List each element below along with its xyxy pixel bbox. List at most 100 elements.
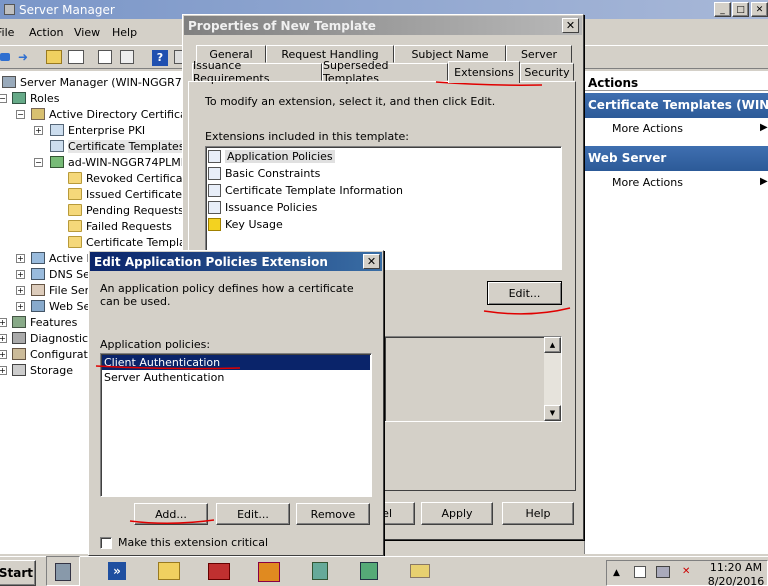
server-icon [2, 76, 16, 88]
expand-dns-icon[interactable]: + [16, 270, 25, 279]
folder-icon [68, 220, 82, 232]
tree-adcs[interactable]: Active Directory Certificate [31, 106, 198, 122]
edit-policy-button[interactable]: Edit... [216, 503, 290, 525]
tree-failed[interactable]: Failed Requests [68, 218, 172, 234]
expand-storage-icon[interactable]: + [0, 366, 7, 375]
close-icon[interactable]: ✕ [363, 254, 380, 269]
tree-ca[interactable]: ad-WIN-NGGR74PLMM4 [50, 154, 197, 170]
collapse-ca-icon[interactable]: − [34, 158, 43, 167]
tree-file[interactable]: File Ser [31, 282, 89, 298]
scroll-up-icon[interactable]: ▲ [544, 337, 561, 353]
collapse-adcs-icon[interactable]: − [16, 110, 25, 119]
edit-extension-button[interactable]: Edit... [487, 281, 562, 305]
extension-template-info[interactable]: Certificate Template Information [208, 182, 403, 199]
tree-features[interactable]: Features [12, 314, 77, 330]
extension-key-usage[interactable]: Key Usage [208, 216, 283, 233]
pki-icon [50, 124, 64, 136]
folder-icon [68, 204, 82, 216]
expand-diag-icon[interactable]: + [0, 334, 7, 343]
edit-dialog-title: Edit Application Policies Extension [94, 254, 328, 269]
notepad-icon[interactable] [402, 556, 436, 586]
more-actions-2[interactable]: More Actions [612, 176, 683, 189]
scroll-down-icon[interactable]: ▼ [544, 405, 561, 421]
menu-help[interactable]: Help [112, 26, 137, 39]
volume-muted-icon[interactable]: ✕ [682, 566, 696, 578]
expand-web-icon[interactable]: + [16, 302, 25, 311]
tab-security[interactable]: Security [520, 63, 574, 81]
powershell-icon[interactable]: » [100, 556, 134, 586]
extension-issuance-policies[interactable]: Issuance Policies [208, 199, 317, 216]
actions-header-divider [585, 90, 768, 91]
tab-extensions[interactable]: Extensions [448, 61, 520, 83]
collapse-roles-icon[interactable]: − [0, 94, 7, 103]
tree-diagnostics[interactable]: Diagnostics [12, 330, 94, 346]
expand-epki-icon[interactable]: + [34, 126, 43, 135]
tab-issuance-requirements[interactable]: Issuance Requirements [192, 59, 322, 85]
minimize-button[interactable]: _ [714, 2, 731, 17]
actions-section-web-server[interactable]: Web Server [585, 146, 768, 171]
ad-icon [31, 252, 45, 264]
menu-file[interactable]: File [0, 26, 14, 39]
maximize-button[interactable]: □ [732, 2, 749, 17]
toolbox-icon[interactable] [202, 556, 236, 586]
server-manager-taskbar-icon[interactable] [46, 556, 80, 586]
policy-client-authentication[interactable]: Client Authentication [102, 355, 370, 370]
extension-application-policies[interactable]: Application Policies [208, 148, 335, 165]
extension-basic-constraints[interactable]: Basic Constraints [208, 165, 320, 182]
extension-icon [208, 184, 221, 197]
certificate-services-icon [31, 108, 45, 120]
actions-pane [584, 71, 768, 554]
extensions-label: Extensions included in this template: [205, 130, 410, 143]
tree-revoked[interactable]: Revoked Certificates [68, 170, 199, 186]
tree-storage[interactable]: Storage [12, 362, 73, 378]
network-share-icon[interactable] [303, 556, 337, 586]
expand-features-icon[interactable]: + [0, 318, 7, 327]
more-actions-1[interactable]: More Actions [612, 122, 683, 135]
properties-titlebar: Properties of New Template [184, 16, 582, 35]
tree-dns[interactable]: DNS Ser [31, 266, 94, 282]
tree-web[interactable]: Web Se [31, 298, 90, 314]
policy-server-authentication[interactable]: Server Authentication [102, 369, 224, 386]
menu-view[interactable]: View [74, 26, 100, 39]
help-icon[interactable]: ? [152, 50, 168, 66]
clock-time[interactable]: 11:20 AM [706, 561, 766, 574]
remove-policy-button[interactable]: Remove [296, 503, 370, 525]
tree-pending[interactable]: Pending Requests [68, 202, 184, 218]
network-icon[interactable] [252, 556, 286, 586]
help-button[interactable]: Help [502, 502, 574, 525]
extension-icon [208, 201, 221, 214]
description-scrollbar[interactable]: ▲ ▼ [544, 337, 561, 421]
iis-icon[interactable] [352, 556, 386, 586]
expand-file-icon[interactable]: + [16, 286, 25, 295]
tree-active-d[interactable]: Active D [31, 250, 95, 266]
configuration-icon [12, 348, 26, 360]
critical-checkbox[interactable] [100, 537, 112, 549]
tree-root[interactable]: Server Manager (WIN-NGGR74PLM [2, 74, 211, 90]
apply-button[interactable]: Apply [421, 502, 493, 525]
forward-icon[interactable]: ➜ [18, 51, 32, 63]
back-icon[interactable] [0, 53, 10, 61]
tree-roles[interactable]: Roles [12, 90, 59, 106]
expand-actived-icon[interactable]: + [16, 254, 25, 263]
tree-enterprise-pki[interactable]: Enterprise PKI [50, 122, 145, 138]
close-icon[interactable]: ✕ [751, 2, 768, 17]
tray-expand-icon[interactable]: ▲ [613, 568, 620, 578]
up-folder-icon[interactable] [46, 50, 62, 64]
actions-section-templates[interactable]: Certificate Templates (WIN... [585, 93, 768, 118]
start-button[interactable]: Start [0, 560, 36, 586]
properties-icon[interactable] [98, 50, 112, 64]
network-tray-icon[interactable] [656, 566, 670, 578]
expand-config-icon[interactable]: + [0, 350, 7, 359]
tree-certificate-templates[interactable]: Certificate Templates (W [50, 138, 204, 154]
explorer-icon[interactable] [152, 556, 186, 586]
close-icon[interactable]: ✕ [562, 18, 579, 33]
menu-action[interactable]: Action [29, 26, 63, 39]
refresh-icon[interactable] [120, 50, 134, 64]
action-center-icon[interactable] [634, 566, 646, 578]
show-hide-tree-icon[interactable] [68, 50, 84, 64]
warning-icon [208, 218, 221, 231]
add-policy-button[interactable]: Add... [134, 503, 208, 525]
tab-superseded-templates[interactable]: Superseded Templates [322, 59, 448, 85]
clock-date[interactable]: 8/20/2016 [706, 575, 766, 586]
tree-issued[interactable]: Issued Certificates [68, 186, 188, 202]
